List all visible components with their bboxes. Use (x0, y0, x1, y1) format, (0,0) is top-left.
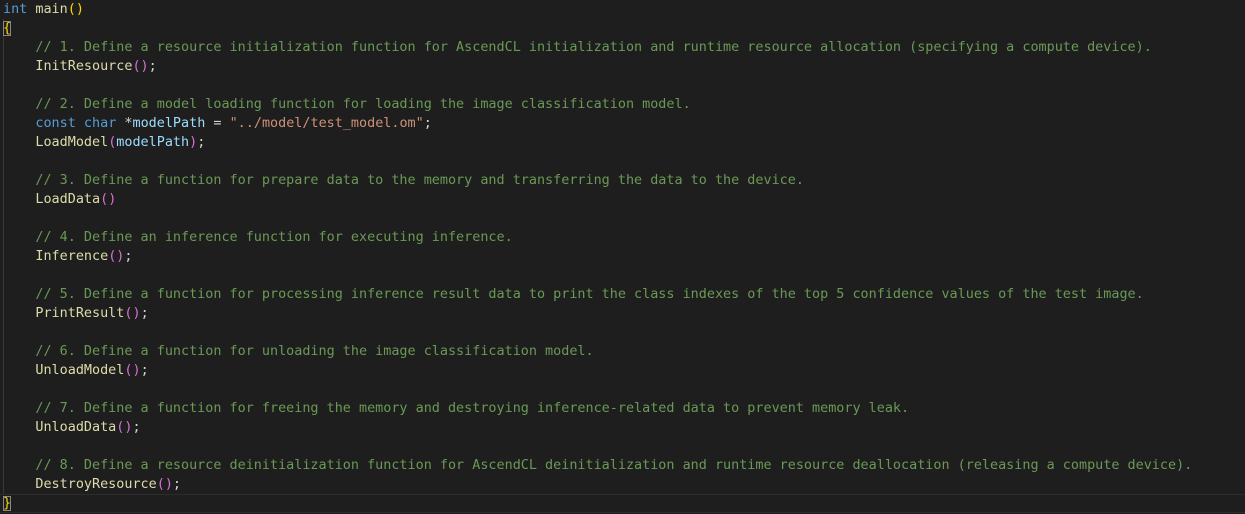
code-line-blank[interactable] (0, 437, 1245, 456)
comment-4: // 4. Define an inference function for e… (35, 230, 513, 245)
code-line-model-path-decl[interactable]: const char *modelPath = "../model/test_m… (0, 114, 1245, 133)
main-parens: () (67, 2, 84, 17)
comment-2: // 2. Define a model loading function fo… (35, 97, 691, 112)
code-line-blank[interactable] (0, 323, 1245, 342)
code-line-blank[interactable] (0, 266, 1245, 285)
argument-model-path: modelPath (116, 135, 190, 150)
call-load-data: LoadData (35, 192, 101, 207)
code-editor[interactable]: int main() { // 1. Define a resource ini… (0, 0, 1245, 514)
call-unload-data: UnloadData (35, 420, 117, 435)
code-line-destroy-resource[interactable]: DestroyResource(); (0, 475, 1245, 494)
comment-5: // 5. Define a function for processing i… (35, 287, 1144, 302)
close-paren: ) (189, 135, 198, 150)
call-unload-model-parens: () (124, 363, 141, 378)
code-line-comment-4[interactable]: // 4. Define an inference function for e… (0, 228, 1245, 247)
call-print-result: PrintResult (35, 306, 125, 321)
code-line-load-data[interactable]: LoadData() (0, 190, 1245, 209)
call-unload-data-parens: () (116, 420, 133, 435)
comment-3: // 3. Define a function for prepare data… (35, 173, 804, 188)
semicolon: ; (148, 59, 157, 74)
code-line-main-signature[interactable]: int main() (0, 0, 1245, 19)
code-line-blank[interactable] (0, 380, 1245, 399)
code-line-blank[interactable] (0, 152, 1245, 171)
code-line-load-model[interactable]: LoadModel(modelPath); (0, 133, 1245, 152)
code-line-unload-model[interactable]: UnloadModel(); (0, 361, 1245, 380)
function-name-main: main (35, 2, 68, 17)
call-init-parens: () (132, 59, 149, 74)
keyword-int: int (3, 2, 28, 17)
comment-1: // 1. Define a resource initialization f… (35, 40, 1152, 55)
close-brace: } (3, 496, 12, 511)
code-line-comment-1[interactable]: // 1. Define a resource initialization f… (0, 38, 1245, 57)
semicolon: ; (197, 135, 206, 150)
code-line-comment-2[interactable]: // 2. Define a model loading function fo… (0, 95, 1245, 114)
code-line-unload-data[interactable]: UnloadData(); (0, 418, 1245, 437)
call-load-model: LoadModel (35, 135, 109, 150)
code-line-comment-8[interactable]: // 8. Define a resource deinitialization… (0, 456, 1245, 475)
code-line-comment-3[interactable]: // 3. Define a function for prepare data… (0, 171, 1245, 190)
call-load-data-parens: () (100, 192, 117, 207)
string-model-path: "../model/test_model.om" (229, 116, 424, 131)
code-line-open-brace[interactable]: { (0, 19, 1245, 38)
code-line-print-result[interactable]: PrintResult(); (0, 304, 1245, 323)
comment-6: // 6. Define a function for unloading th… (35, 344, 594, 359)
call-destroy-resource: DestroyResource (35, 477, 157, 492)
call-unload-model: UnloadModel (35, 363, 125, 378)
call-inference-parens: () (108, 249, 125, 264)
keyword-char: char (83, 116, 117, 131)
assign-operator: = (205, 116, 230, 131)
semicolon: ; (172, 477, 182, 492)
semicolon: ; (124, 249, 133, 264)
semicolon: ; (132, 420, 141, 435)
code-line-comment-7[interactable]: // 7. Define a function for freeing the … (0, 399, 1245, 418)
call-inference: Inference (35, 249, 109, 264)
comment-7: // 7. Define a function for freeing the … (35, 401, 910, 416)
code-line-comment-6[interactable]: // 6. Define a function for unloading th… (0, 342, 1245, 361)
keyword-const: const (35, 116, 76, 131)
call-destroy-resource-parens: () (156, 477, 173, 492)
code-line-init-resource[interactable]: InitResource(); (0, 57, 1245, 76)
call-print-result-parens: () (124, 306, 141, 321)
code-line-blank[interactable] (0, 209, 1245, 228)
code-line-close-brace[interactable]: } (0, 494, 1245, 513)
code-line-inference[interactable]: Inference(); (0, 247, 1245, 266)
variable-model-path: modelPath (132, 116, 206, 131)
comment-8: // 8. Define a resource deinitialization… (35, 458, 1193, 473)
code-line-blank[interactable] (0, 76, 1245, 95)
code-line-comment-5[interactable]: // 5. Define a function for processing i… (0, 285, 1245, 304)
semicolon: ; (423, 116, 432, 131)
semicolon: ; (140, 306, 149, 321)
open-brace: { (3, 21, 12, 36)
semicolon: ; (140, 363, 149, 378)
call-init-resource: InitResource (35, 59, 133, 74)
